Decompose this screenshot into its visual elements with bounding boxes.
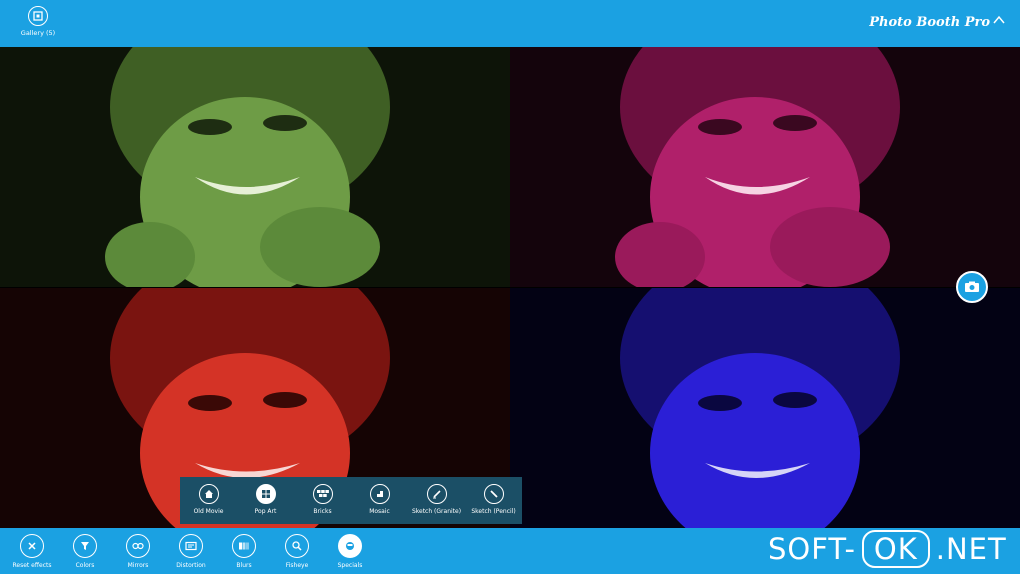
photo-preview-grid <box>0 47 1020 528</box>
distortion-icon <box>179 534 203 558</box>
gallery-label: Gallery (5) <box>20 29 56 37</box>
mirrors-button[interactable]: Mirrors <box>113 534 163 569</box>
bottom-label: Distortion <box>176 562 206 569</box>
watermark-ok: OK <box>861 530 930 568</box>
mirror-icon <box>126 534 150 558</box>
bottom-label: Specials <box>337 562 363 569</box>
fisheye-button[interactable]: Fisheye <box>272 534 322 569</box>
house-icon <box>198 484 219 504</box>
filter-icon <box>73 534 97 558</box>
effect-pop-art[interactable]: Pop Art <box>237 477 294 524</box>
effect-label: Sketch (Pencil) <box>471 508 516 515</box>
specials-button[interactable]: Specials <box>325 534 375 569</box>
effect-sketch-granite[interactable]: Sketch (Granite) <box>408 477 465 524</box>
effect-label: Pop Art <box>254 508 277 515</box>
effect-label: Mosaic <box>369 508 390 515</box>
effect-mosaic[interactable]: Mosaic <box>351 477 408 524</box>
effect-sketch-pencil[interactable]: Sketch (Pencil) <box>465 477 522 524</box>
colors-button[interactable]: Colors <box>60 534 110 569</box>
distortion-button[interactable]: Distortion <box>166 534 216 569</box>
capture-button[interactable] <box>956 271 988 303</box>
specials-icon <box>338 534 362 558</box>
preview-panel-green[interactable] <box>0 47 510 287</box>
magnifier-icon <box>285 534 309 558</box>
close-icon <box>20 534 44 558</box>
bottom-label: Blurs <box>236 562 252 569</box>
watermark-right: .NET <box>935 532 1007 566</box>
gallery-icon <box>28 6 48 26</box>
effects-flyout: Old Movie Pop Art Bricks Mosaic Sketch (… <box>180 477 522 524</box>
bottom-label: Fisheye <box>285 562 309 569</box>
effect-label: Sketch (Granite) <box>411 508 462 515</box>
app-title[interactable]: Photo Booth Pro <box>869 15 990 30</box>
bottom-label: Mirrors <box>127 562 149 569</box>
chevron-up-icon[interactable] <box>993 14 1005 28</box>
effect-label: Old Movie <box>193 508 224 515</box>
bottom-label: Reset effects <box>12 562 52 569</box>
grid-icon <box>255 484 276 504</box>
mosaic-icon <box>369 484 390 504</box>
bottom-label: Colors <box>75 562 95 569</box>
effect-old-movie[interactable]: Old Movie <box>180 477 237 524</box>
pencil-icon <box>483 484 504 504</box>
blur-icon <box>232 534 256 558</box>
blurs-button[interactable]: Blurs <box>219 534 269 569</box>
effect-label: Bricks <box>313 508 332 515</box>
gallery-button[interactable]: Gallery (5) <box>20 6 56 37</box>
effect-bricks[interactable]: Bricks <box>294 477 351 524</box>
camera-icon <box>964 278 980 297</box>
reset-effects-button[interactable]: Reset effects <box>7 534 57 569</box>
preview-panel-blue[interactable] <box>510 288 1020 528</box>
bricks-icon <box>312 484 333 504</box>
pen-icon <box>426 484 447 504</box>
preview-panel-magenta[interactable] <box>510 47 1020 287</box>
watermark: SOFT- OK .NET <box>768 526 1007 572</box>
top-app-bar: Gallery (5) Photo Booth Pro <box>0 0 1020 47</box>
watermark-left: SOFT- <box>768 532 856 566</box>
